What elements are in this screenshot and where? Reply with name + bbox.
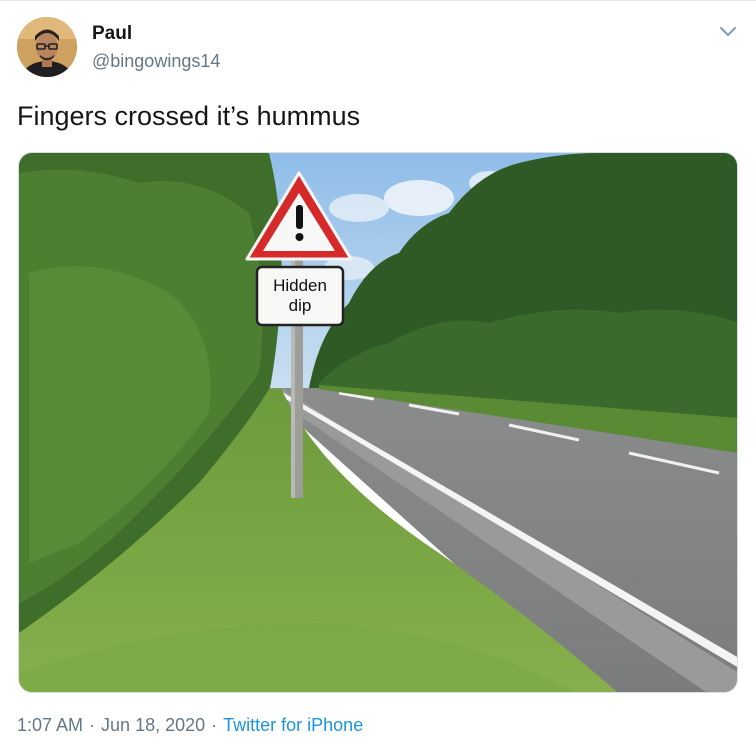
chevron-down-icon[interactable]	[718, 25, 738, 39]
tweet-time[interactable]: 1:07 AM	[17, 715, 83, 735]
sign-text-line1: Hidden	[273, 276, 327, 295]
meta-separator-2: ·	[211, 715, 218, 735]
display-name[interactable]: Paul	[92, 23, 132, 45]
sign-text-line2: dip	[289, 296, 312, 315]
avatar[interactable]	[17, 17, 77, 77]
tweet-meta: 1:07 AM · Jun 18, 2020 · Twitter for iPhone	[17, 715, 363, 736]
tweet-text: Fingers crossed it’s hummus	[17, 101, 361, 131]
tweet-date[interactable]: Jun 18, 2020	[101, 715, 205, 735]
tweet-source-link[interactable]: Twitter for iPhone	[223, 715, 363, 735]
tweet-photo[interactable]: Hidden dip	[18, 152, 738, 693]
meta-separator: ·	[89, 715, 96, 735]
user-handle[interactable]: @bingowings14	[92, 51, 220, 72]
tweet-card: Paul @bingowings14 Fingers crossed it’s …	[0, 0, 756, 750]
